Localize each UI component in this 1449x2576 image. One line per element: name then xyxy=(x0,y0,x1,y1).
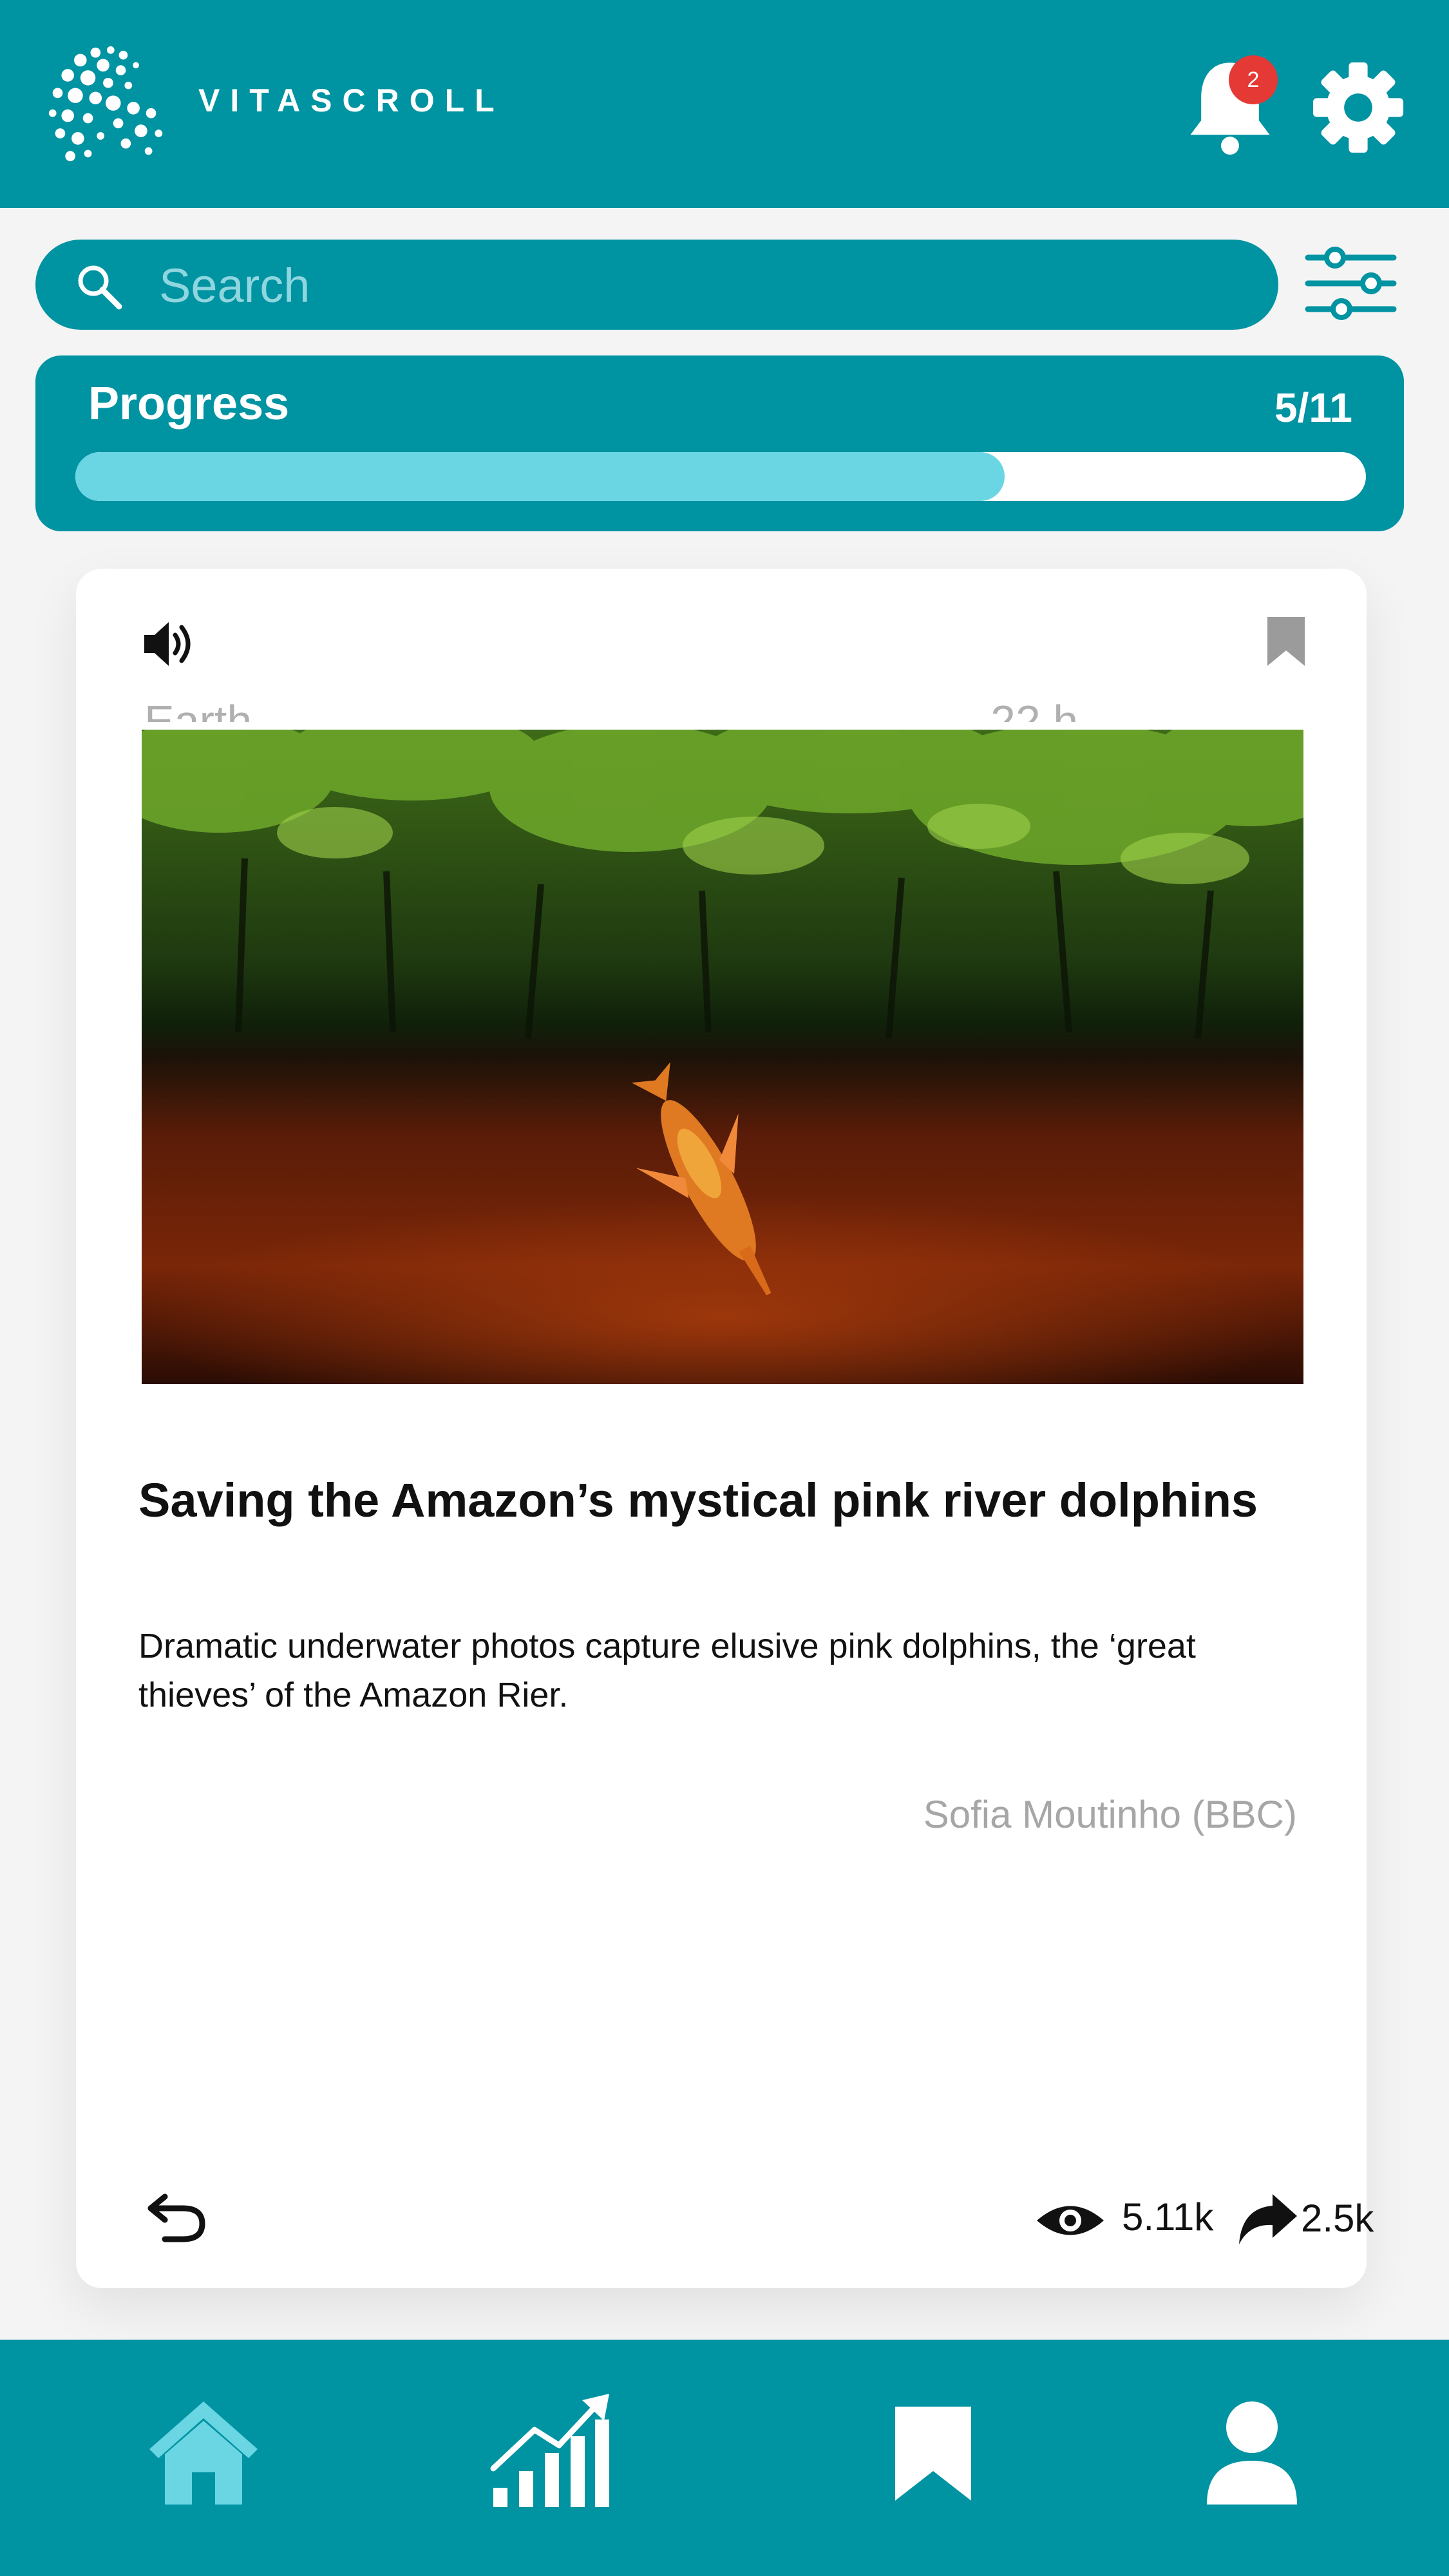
progress-panel: Progress 5/11 xyxy=(35,355,1404,531)
settings-gear-icon[interactable] xyxy=(1311,59,1405,156)
share-count: 2.5k xyxy=(1301,2197,1374,2240)
filter-sliders-icon[interactable] xyxy=(1304,245,1397,322)
view-count: 5.11k xyxy=(1122,2195,1214,2239)
bottom-nav xyxy=(0,2340,1449,2576)
progress-track xyxy=(75,452,1366,501)
article-description: Dramatic underwater photos capture elusi… xyxy=(138,1627,1196,1714)
search-icon xyxy=(78,265,122,310)
search-bar xyxy=(35,240,1278,330)
eye-icon xyxy=(1037,2206,1104,2235)
speaker-icon[interactable] xyxy=(140,616,197,672)
nav-stats-icon[interactable] xyxy=(489,2391,612,2507)
share-icon[interactable] xyxy=(1235,2192,1300,2247)
article-photo xyxy=(142,730,1303,1384)
nav-bookmarks-icon[interactable] xyxy=(893,2404,974,2503)
progress-label: Progress xyxy=(88,378,290,430)
time-label: 22 h xyxy=(990,696,1079,722)
progress-count: 5/11 xyxy=(1274,384,1352,431)
article-card[interactable]: Earth 22 h Saving the Amazon’s mystical … xyxy=(76,569,1374,2288)
app-logo xyxy=(48,46,163,162)
nav-home-icon[interactable] xyxy=(146,2398,261,2507)
article-title[interactable]: Saving the Amazon’s mystical pink river … xyxy=(138,1467,1298,1533)
progress-fill xyxy=(75,452,1005,501)
category-label: Earth xyxy=(144,696,252,722)
article-byline: Sofia Moutinho (BBC) xyxy=(923,1793,1297,1836)
app-name: VITASCROLL xyxy=(198,82,505,118)
search-input[interactable] xyxy=(158,252,1255,318)
undo-back-icon[interactable] xyxy=(146,2190,207,2244)
notification-badge: 2 xyxy=(1229,55,1278,104)
bookmark-icon[interactable] xyxy=(1266,616,1306,667)
app-header: VITASCROLL 2 xyxy=(0,0,1449,208)
nav-profile-icon[interactable] xyxy=(1204,2399,1300,2505)
